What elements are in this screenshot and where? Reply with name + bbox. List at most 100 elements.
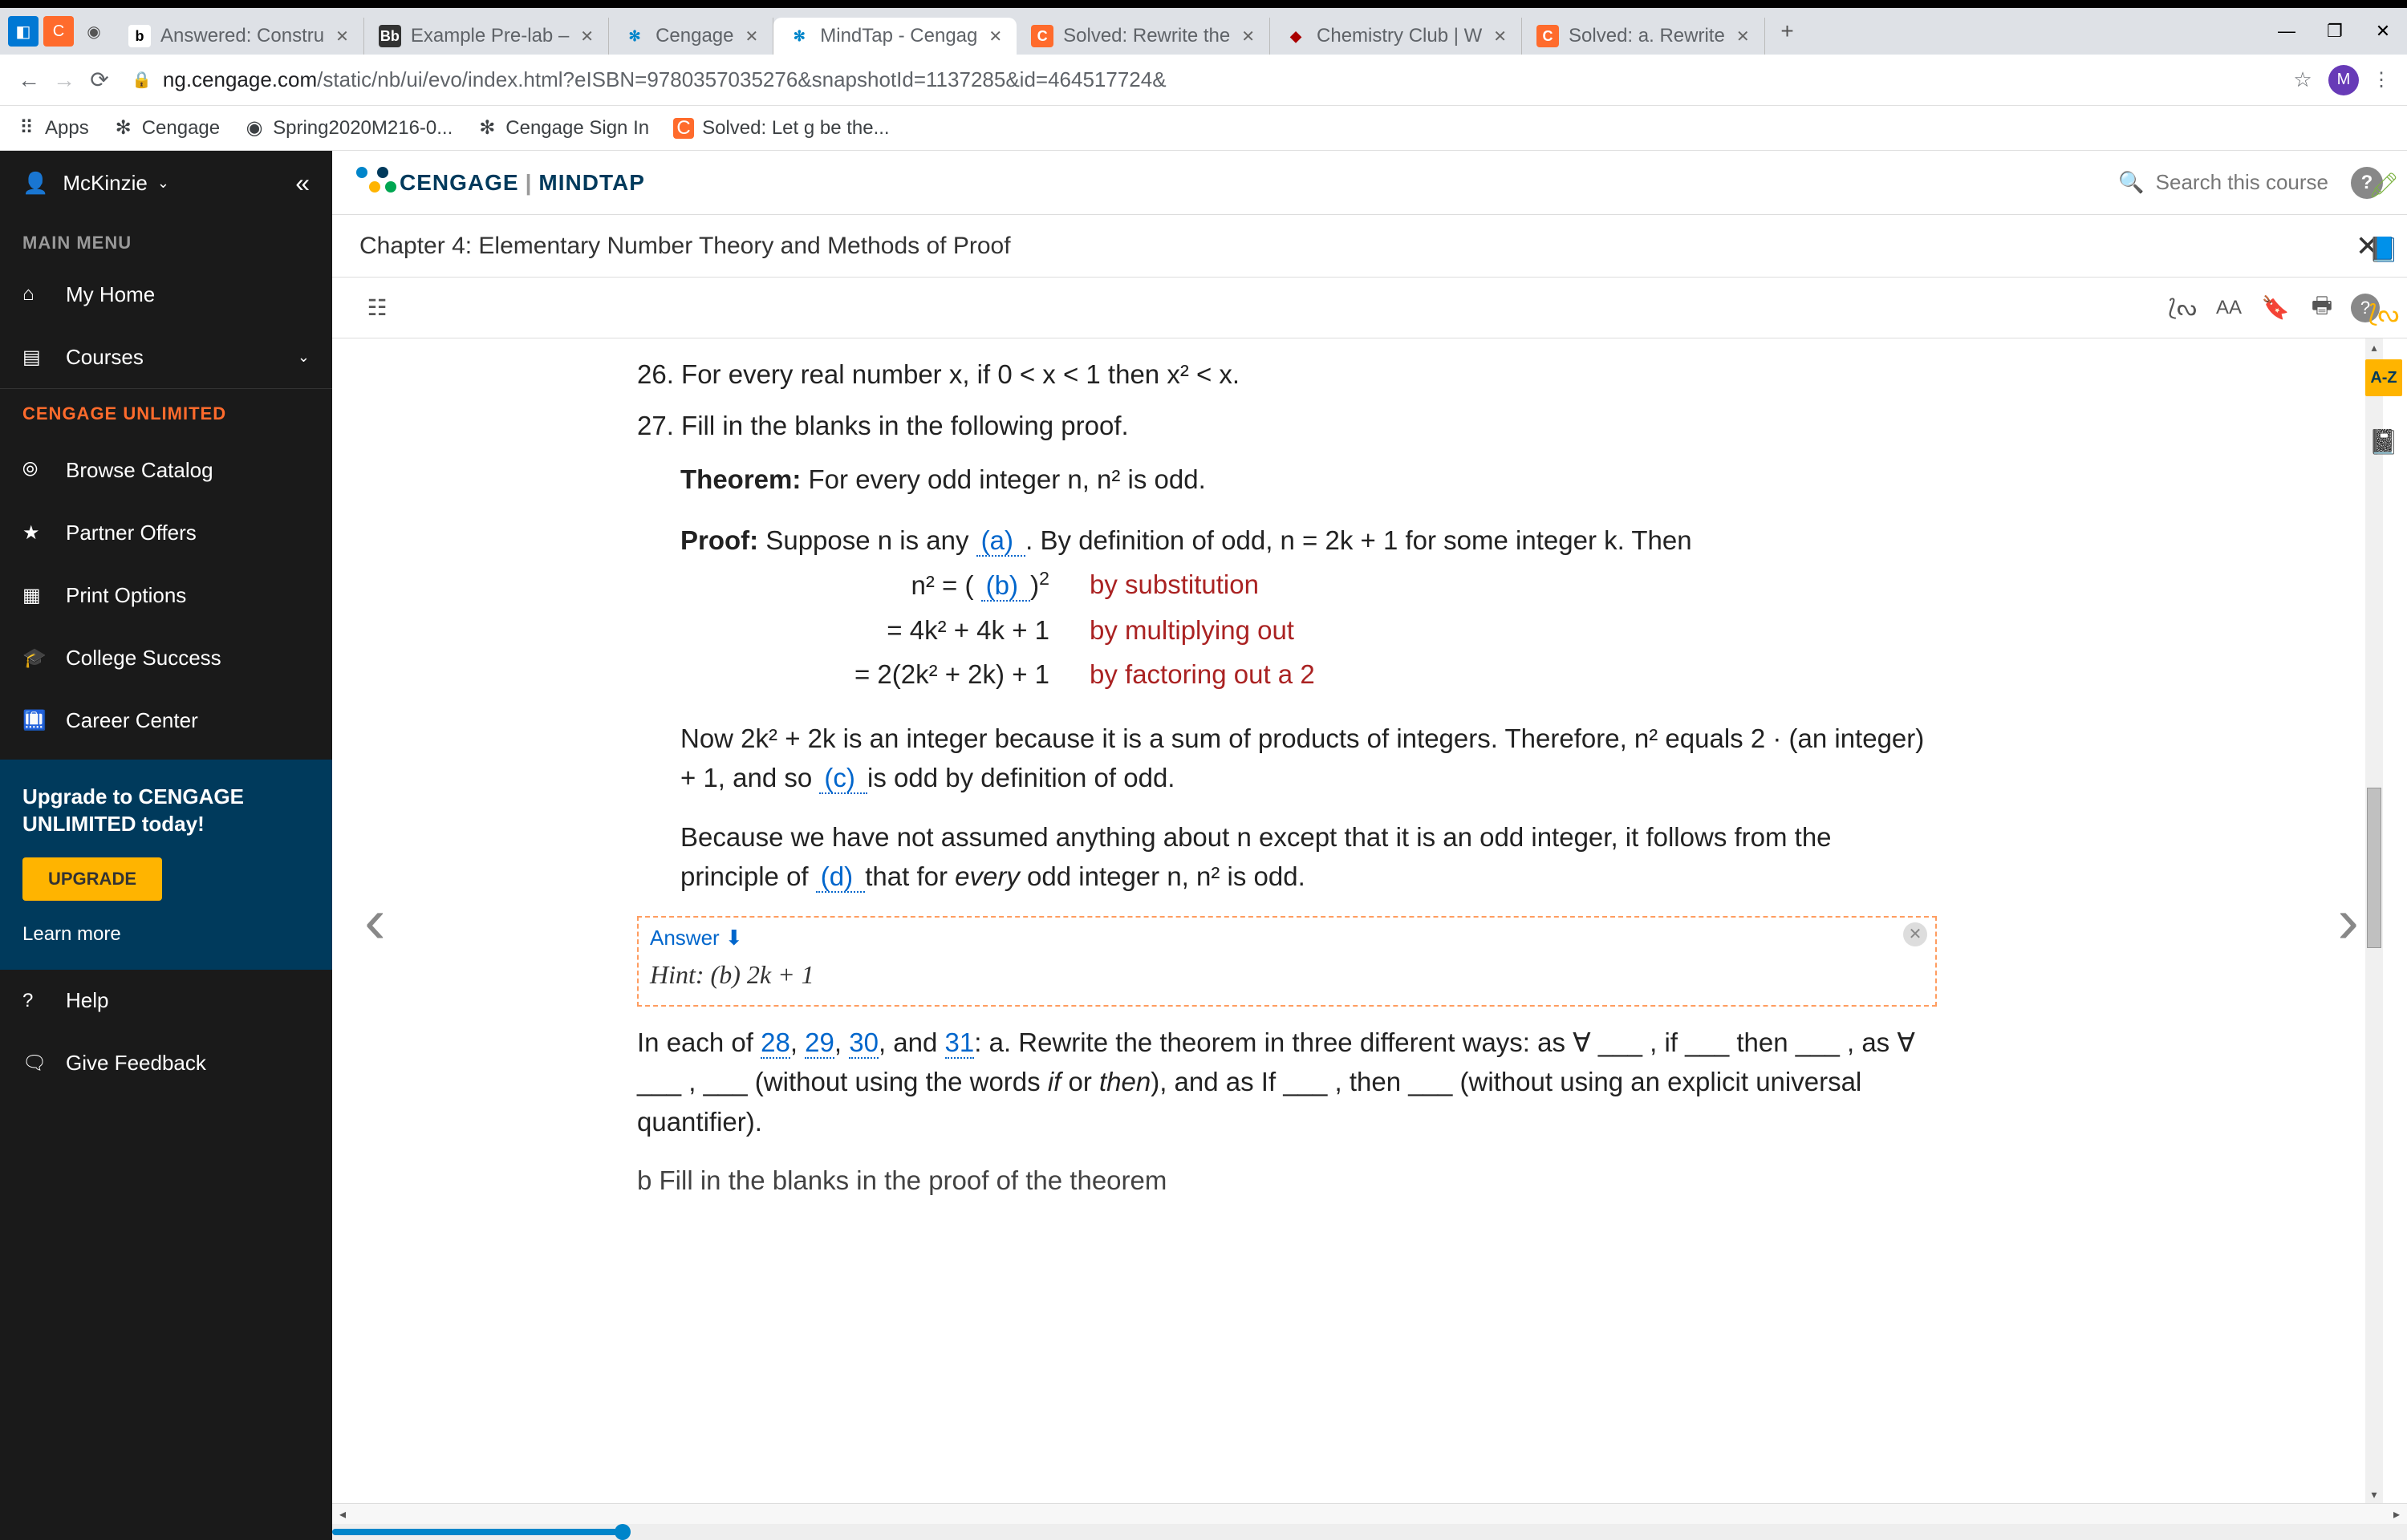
browser-tab[interactable]: ✻MindTap - Cengag✕ <box>773 18 1017 55</box>
equation-3: = 2(2k² + 2k) + 1by factoring out a 2 <box>785 654 1937 695</box>
maximize-button[interactable]: ❐ <box>2311 8 2359 55</box>
nav-label: Career Center <box>66 708 198 733</box>
tab-close-icon[interactable]: ✕ <box>1241 26 1255 47</box>
bookmark-icon[interactable]: 🔖 <box>2258 290 2293 326</box>
sidebar-item[interactable]: 🎓College Success <box>0 626 332 689</box>
progress-fill <box>332 1529 623 1535</box>
browser-tab[interactable]: BbExample Pre-lab –✕ <box>364 18 609 55</box>
bookmark-item[interactable]: CSolved: Let g be the... <box>673 117 890 140</box>
audio-icon[interactable]: ⟅ᔓ <box>2365 295 2402 332</box>
bookmark-label: Spring2020M216-0... <box>273 117 453 140</box>
nav-label: Print Options <box>66 583 186 608</box>
url-input[interactable]: 🔒 ng.cengage.com/static/nb/ui/evo/index.… <box>117 63 2285 98</box>
help-link[interactable]: ?Help <box>0 970 332 1032</box>
bookmark-star-icon[interactable]: ☆ <box>2285 67 2320 92</box>
font-size-button[interactable]: AA <box>2211 290 2247 326</box>
forward-button[interactable]: → <box>47 63 82 98</box>
textbook-icon[interactable]: 📘 <box>2365 231 2402 268</box>
user-icon: 👤 <box>22 171 48 196</box>
bookmark-item[interactable]: ✻Cengage Sign In <box>477 117 649 140</box>
browser-tab[interactable]: CSolved: a. Rewrite✕ <box>1522 18 1765 55</box>
safari-icon[interactable]: ◉ <box>79 16 109 47</box>
collapse-sidebar-icon[interactable]: « <box>295 168 310 198</box>
close-window-button[interactable]: ✕ <box>2359 8 2407 55</box>
exercise-link[interactable]: 29 <box>805 1027 834 1059</box>
browser-menu-icon[interactable]: ⋮ <box>2367 68 2396 91</box>
bookmark-item[interactable]: ✻Cengage <box>113 117 220 140</box>
lock-icon: 🔒 <box>132 70 152 90</box>
browser-tab[interactable]: CSolved: Rewrite the✕ <box>1017 18 1270 55</box>
profile-avatar[interactable]: M <box>2328 65 2359 95</box>
theorem: Theorem: For every odd integer n, n² is … <box>680 460 1937 500</box>
print-icon[interactable]: 🖶 <box>2304 290 2340 326</box>
upgrade-box: Upgrade to CENGAGEUNLIMITED today! UPGRA… <box>0 760 332 970</box>
bookmark-item[interactable]: ⠿Apps <box>16 117 89 140</box>
upgrade-button[interactable]: UPGRADE <box>22 857 162 901</box>
nav-icon: ★ <box>22 521 51 545</box>
browser-tab[interactable]: bAnswered: Constru✕ <box>114 18 364 55</box>
learn-more-link[interactable]: Learn more <box>22 923 310 946</box>
tab-favicon: C <box>1031 25 1053 47</box>
main-menu-heading: MAIN MENU <box>0 215 332 263</box>
glossary-icon[interactable]: A-Z <box>2365 359 2402 396</box>
blank-d[interactable]: (d) <box>816 861 866 893</box>
exercise-link[interactable]: 31 <box>945 1027 975 1059</box>
progress-knob[interactable] <box>615 1524 631 1540</box>
sidebar-item[interactable]: ▤Courses⌄ <box>0 326 332 388</box>
browser-tab[interactable]: ✻Cengage✕ <box>609 18 773 55</box>
cengage-logo-mark <box>356 167 388 199</box>
search-course[interactable]: 🔍Search this course <box>2118 170 2328 195</box>
sidebar-item[interactable]: ⦾Browse Catalog <box>0 439 332 501</box>
prev-page-button[interactable]: ‹ <box>364 884 386 958</box>
readspeaker-icon[interactable]: ⟅ᔓ <box>2165 290 2200 326</box>
blank-a[interactable]: (a) <box>976 525 1026 557</box>
blank-b[interactable]: (b) <box>981 570 1031 602</box>
horizontal-scrollbar[interactable]: ◂ ▸ <box>332 1503 2407 1524</box>
sidebar-item[interactable]: ▦Print Options <box>0 564 332 626</box>
sidebar-item[interactable]: ⌂My Home <box>0 263 332 326</box>
sidebar-item[interactable]: ★Partner Offers <box>0 501 332 564</box>
bookmark-label: Cengage Sign In <box>505 117 649 140</box>
highlighter-icon[interactable]: 🖍 <box>2365 167 2402 204</box>
back-button[interactable]: ← <box>11 63 47 98</box>
answer-close-icon[interactable]: ✕ <box>1903 922 1927 946</box>
new-tab-button[interactable]: + <box>1772 15 1804 47</box>
toc-button[interactable]: ☷ <box>359 290 395 326</box>
bookmark-label: Cengage <box>142 117 220 140</box>
bookmarks-bar: ⠿Apps ✻Cengage ◉ Spring2020M216-0... ✻Cengag… <box>0 106 2407 151</box>
feedback-link[interactable]: 🗨Give Feedback <box>0 1032 332 1095</box>
tab-label: MindTap - Cengag <box>820 25 977 47</box>
equation-2: = 4k² + 4k + 1by multiplying out <box>785 610 1937 650</box>
hscroll-left-arrow[interactable]: ◂ <box>332 1504 353 1525</box>
blank-c[interactable]: (c) <box>819 763 867 794</box>
tab-close-icon[interactable]: ✕ <box>1493 26 1507 47</box>
tab-close-icon[interactable]: ✕ <box>335 26 349 47</box>
tab-close-icon[interactable]: ✕ <box>1736 26 1750 47</box>
tab-close-icon[interactable]: ✕ <box>580 26 594 47</box>
answer-box: Answer ⬇ Hint: (b) 2k + 1 ✕ <box>637 916 1937 1007</box>
user-menu[interactable]: 👤 McKinzie ⌄ « <box>0 151 332 215</box>
help-icon: ? <box>22 990 51 1012</box>
cengage-logo[interactable]: CENGAGE|MINDTAP <box>356 167 645 199</box>
feedback-label: Give Feedback <box>66 1051 206 1076</box>
chegg-icon[interactable]: C <box>43 16 74 47</box>
browser-tab[interactable]: ◆Chemistry Club | W✕ <box>1270 18 1522 55</box>
progress-bar[interactable] <box>332 1524 2407 1540</box>
address-bar: ← → ⟳ 🔒 ng.cengage.com/static/nb/ui/evo/… <box>0 55 2407 106</box>
tab-close-icon[interactable]: ✕ <box>988 26 1002 47</box>
chevron-down-icon: ⌄ <box>298 349 310 366</box>
bookmark-favicon: ◉ <box>244 118 265 139</box>
proof-para-2: Now 2k² + 2k is an integer because it is… <box>680 719 1937 798</box>
minimize-button[interactable]: ― <box>2263 8 2311 55</box>
brand-text: CENGAGE <box>400 170 519 195</box>
reload-button[interactable]: ⟳ <box>82 63 117 98</box>
sidebar-item[interactable]: 🛄Career Center <box>0 689 332 752</box>
answer-header[interactable]: Answer ⬇ <box>650 922 1924 954</box>
exercise-link[interactable]: 30 <box>849 1027 879 1059</box>
exercise-link[interactable]: 28 <box>761 1027 790 1059</box>
next-page-button[interactable]: › <box>2337 884 2359 958</box>
bookmark-item[interactable]: ◉ Spring2020M216-0... <box>244 117 453 140</box>
outlook-icon[interactable]: ◧ <box>8 16 39 47</box>
tab-close-icon[interactable]: ✕ <box>745 26 758 47</box>
notebook-icon[interactable]: 📓 <box>2365 424 2402 460</box>
